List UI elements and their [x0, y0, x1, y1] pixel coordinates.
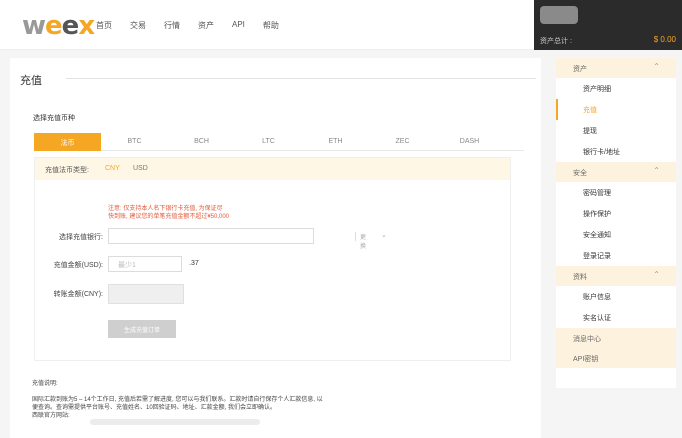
- select-coin-label: 选择充值币种: [33, 115, 75, 122]
- page-title: 充值: [20, 75, 42, 87]
- fiat-type-bar: 充值法币类型: CNY USD: [35, 158, 510, 180]
- deposit-form: 充值法币类型: CNY USD 注意: 仅支持本人名下银行卡充值, 为保证尽 快…: [34, 157, 511, 361]
- chevron-up-icon: ⌃: [653, 270, 660, 279]
- account-panel: 资产总计 : $ 0.00: [534, 0, 682, 50]
- sidebar-item-bank-card[interactable]: 银行卡/地址: [556, 141, 676, 162]
- bank-label: 选择充值银行:: [59, 234, 103, 241]
- tab-eth[interactable]: ETH: [302, 133, 369, 151]
- cny-amount-label: 转账金额(CNY):: [53, 291, 103, 298]
- nav-assets[interactable]: 资产: [198, 20, 214, 31]
- logo-letter-w: w: [22, 11, 46, 41]
- usd-amount-label: 充值金额(USD):: [53, 262, 103, 269]
- sidebar-item-login-records[interactable]: 登录记录: [556, 245, 676, 266]
- deposit-notes-line: 便查询。查询需提供平台账号、充值姓名、10回验证码、地址、汇款金额, 我们会立即…: [32, 405, 277, 411]
- title-divider: [66, 78, 536, 79]
- deposit-notes-line: 国际汇款到账为5 – 14个工作日, 充值后若需了解进度, 您可以与我们联系。汇…: [32, 397, 323, 403]
- deposit-notice: 注意: 仅支持本人名下银行卡充值, 为保证尽 快到账, 建议您的单笔充值金额不超…: [108, 205, 229, 221]
- sidebar-item-messages[interactable]: 消息中心: [556, 328, 676, 348]
- tab-zec[interactable]: ZEC: [369, 133, 436, 151]
- notice-line: 快到账, 建议您的单笔充值金额不超过¥50,000: [108, 214, 230, 220]
- sidebar-item-api-key[interactable]: API密钥: [556, 348, 676, 368]
- chevron-up-icon: ⌃: [653, 62, 660, 71]
- sidebar-item-deposit[interactable]: 充值: [556, 99, 676, 120]
- sidebar-item-password[interactable]: 密码管理: [556, 182, 676, 203]
- tab-fiat[interactable]: 法币: [34, 133, 101, 151]
- logo-letter-x: x: [78, 11, 95, 41]
- coin-tabs: 法币 BTC BCH LTC ETH ZEC DASH: [34, 133, 524, 151]
- sidebar: 资产 ⌃ 资产明细 充值 提现 银行卡/地址 安全 ⌃ 密码管理 操作保护 安全…: [556, 58, 676, 388]
- total-assets-label: 资产总计 :: [540, 38, 572, 45]
- tab-dash[interactable]: DASH: [436, 133, 503, 151]
- usd-amount-input[interactable]: 最少1: [108, 256, 182, 272]
- generate-order-button[interactable]: 生成充值订单: [108, 320, 176, 338]
- exchange-rate: .37: [189, 260, 199, 267]
- sidebar-group-label: 资产: [573, 66, 587, 73]
- bank-select[interactable]: 更换 ⌄: [108, 228, 387, 250]
- sidebar-group-assets[interactable]: 资产 ⌃: [556, 58, 676, 78]
- chevron-down-icon: ⌄: [381, 232, 387, 239]
- tab-bch[interactable]: BCH: [168, 133, 235, 151]
- sidebar-group-profile[interactable]: 资料 ⌃: [556, 266, 676, 286]
- nav-help[interactable]: 帮助: [263, 20, 279, 31]
- sidebar-item-withdraw[interactable]: 提现: [556, 120, 676, 141]
- account-avatar[interactable]: [540, 6, 578, 24]
- nav-trade[interactable]: 交易: [130, 20, 146, 31]
- fiat-option-usd[interactable]: USD: [133, 165, 148, 172]
- cny-amount-input: [108, 284, 184, 304]
- tab-ltc[interactable]: LTC: [235, 133, 302, 151]
- sidebar-item-asset-details[interactable]: 资产明细: [556, 78, 676, 99]
- logo-letter-e1: e: [45, 11, 63, 41]
- sidebar-group-label: 资料: [573, 274, 587, 281]
- sidebar-group-label: 安全: [573, 170, 587, 177]
- weex-logo[interactable]: weex: [22, 11, 95, 41]
- notice-line: 注意: 仅支持本人名下银行卡充值, 为保证尽: [108, 206, 223, 212]
- sidebar-group-label: 消息中心: [573, 336, 601, 343]
- nav-market[interactable]: 行情: [164, 20, 180, 31]
- sidebar-item-operation-protect[interactable]: 操作保护: [556, 203, 676, 224]
- deposit-notes-line: 西联官方网站:: [32, 413, 70, 419]
- sidebar-item-verification[interactable]: 实名认证: [556, 307, 676, 328]
- nav-home[interactable]: 首页: [96, 20, 112, 31]
- fiat-option-cny[interactable]: CNY: [105, 165, 120, 172]
- tab-btc[interactable]: BTC: [101, 133, 168, 151]
- deposit-panel: 充值 选择充值币种 法币 BTC BCH LTC ETH ZEC DASH 充值…: [10, 58, 541, 438]
- fiat-type-label: 充值法币类型:: [45, 167, 89, 174]
- select-divider: [355, 232, 356, 241]
- blurred-link: [90, 419, 260, 425]
- bank-change-link[interactable]: 更换: [360, 232, 366, 250]
- sidebar-item-account-info[interactable]: 账户信息: [556, 286, 676, 307]
- main-nav: 首页 交易 行情 资产 API 帮助: [96, 20, 297, 31]
- logo-letter-e2: e: [61, 11, 80, 41]
- sidebar-group-label: API密钥: [573, 356, 599, 363]
- chevron-up-icon: ⌃: [653, 166, 660, 175]
- sidebar-group-security[interactable]: 安全 ⌃: [556, 162, 676, 182]
- deposit-notes-title: 充值说明:: [32, 381, 58, 387]
- nav-api[interactable]: API: [232, 20, 245, 31]
- total-assets-value: $ 0.00: [653, 35, 676, 44]
- sidebar-item-security-notice[interactable]: 安全通知: [556, 224, 676, 245]
